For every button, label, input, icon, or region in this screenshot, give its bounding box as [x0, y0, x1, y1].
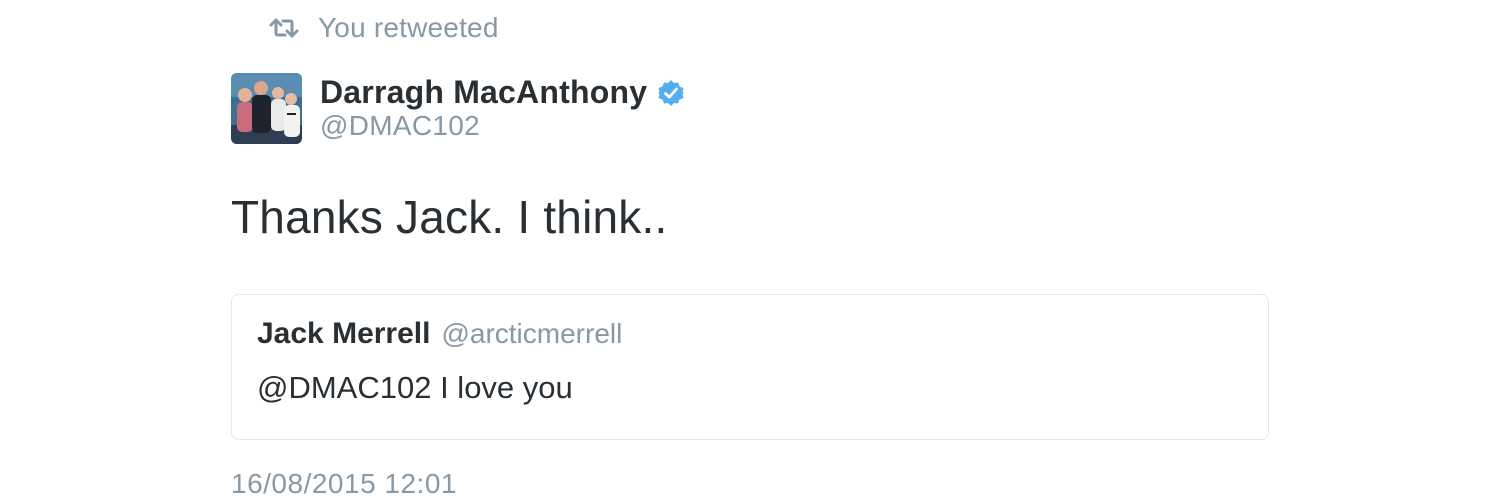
quoted-tweet-header: Jack Merrell @arcticmerrell [257, 317, 622, 351]
verified-badge-icon [657, 77, 685, 107]
tweet-text: Thanks Jack. I think.. [231, 191, 668, 243]
author-name[interactable]: Darragh MacAnthony [320, 74, 647, 111]
tweet-detail-view: You retweeted Darragh MacAnthony @DMAC10… [0, 0, 1500, 500]
quoted-tweet-author-handle: @arcticmerrell [441, 318, 623, 349]
quoted-tweet-author-name: Jack Merrell [257, 317, 431, 350]
author-handle[interactable]: @DMAC102 [320, 110, 480, 142]
quoted-tweet-card[interactable]: Jack Merrell @arcticmerrell @DMAC102 I l… [231, 294, 1269, 440]
avatar[interactable] [231, 73, 302, 144]
author-header[interactable]: Darragh MacAnthony [320, 70, 685, 114]
quoted-tweet-text: @DMAC102 I love you [257, 370, 573, 405]
tweet-timestamp[interactable]: 16/08/2015 12:01 [231, 468, 457, 500]
retweet-icon [268, 17, 300, 39]
retweet-context-label: You retweeted [318, 12, 499, 43]
retweet-context[interactable]: You retweeted [268, 8, 499, 48]
avatar-photo [231, 73, 302, 144]
